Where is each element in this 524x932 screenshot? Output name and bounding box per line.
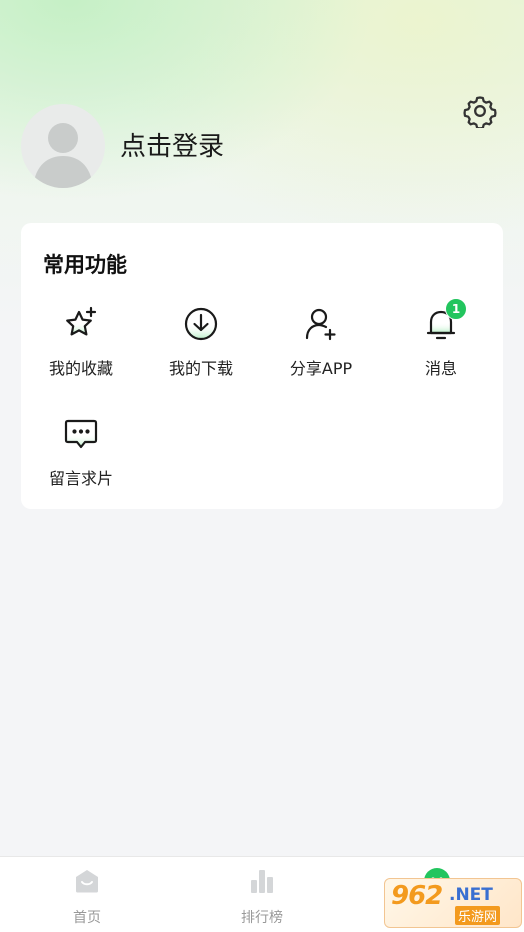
gear-icon bbox=[463, 96, 497, 128]
default-avatar-icon bbox=[33, 123, 93, 188]
chat-bubble-icon bbox=[62, 415, 100, 453]
function-label: 分享APP bbox=[289, 359, 353, 378]
favorites-button[interactable]: 我的收藏 bbox=[21, 305, 141, 401]
section-title: 常用功能 bbox=[43, 253, 127, 277]
downloads-button[interactable]: 我的下载 bbox=[141, 305, 261, 401]
function-label: 留言求片 bbox=[48, 469, 113, 488]
watermark-site: 乐游网 bbox=[455, 906, 501, 925]
chart-icon bbox=[251, 870, 273, 893]
unread-badge: 1 bbox=[445, 298, 467, 320]
home-icon bbox=[76, 870, 98, 893]
watermark-number: 962 bbox=[391, 881, 443, 911]
site-watermark: 962 .NET 乐游网 bbox=[384, 878, 522, 928]
watermark-suffix: .NET bbox=[449, 885, 493, 905]
add-user-icon bbox=[302, 305, 340, 343]
login-prompt[interactable]: 点击登录 bbox=[120, 130, 224, 164]
tab-home[interactable]: 首页 bbox=[0, 857, 174, 932]
tab-label: 首页 bbox=[73, 910, 101, 926]
tab-ranking[interactable]: 排行榜 bbox=[175, 857, 349, 932]
avatar[interactable] bbox=[21, 104, 105, 188]
tab-label: 排行榜 bbox=[241, 910, 283, 926]
function-label: 我的下载 bbox=[168, 359, 233, 378]
download-icon bbox=[182, 305, 220, 343]
star-sparkle-icon bbox=[62, 305, 100, 343]
messages-button[interactable]: 消息 bbox=[381, 305, 501, 401]
share-app-button[interactable]: 分享APP bbox=[261, 305, 381, 401]
function-label: 消息 bbox=[424, 359, 457, 378]
request-movie-button[interactable]: 留言求片 bbox=[21, 415, 141, 511]
function-label: 我的收藏 bbox=[48, 359, 113, 378]
settings-button[interactable] bbox=[462, 93, 498, 129]
common-functions-card: 常用功能 我的收藏 我的下载 分享APP 消息 留言求片 bbox=[21, 223, 503, 509]
